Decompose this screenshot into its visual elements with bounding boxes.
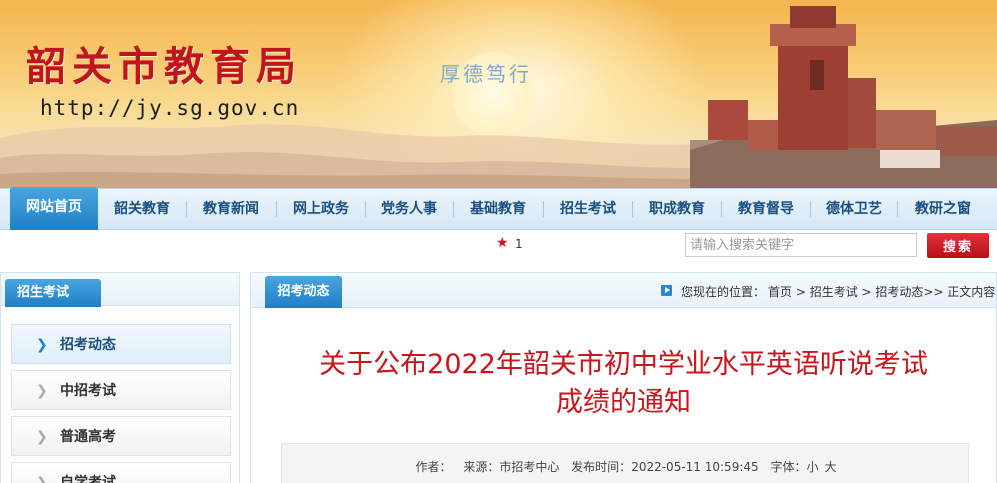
nav-separator — [543, 201, 544, 217]
nav-separator — [897, 201, 898, 217]
nav-separator — [276, 201, 277, 217]
article-title: 关于公布2022年韶关市初中学业水平英语听说考试 成绩的通知 — [271, 346, 976, 422]
source-value: 市招考中心 — [499, 460, 560, 474]
sidebar-item-admission-news[interactable]: ❯ 招考动态 — [11, 324, 231, 364]
content-tab: 招考动态 — [265, 276, 342, 308]
star-count: 1 — [515, 237, 523, 251]
author-label: 作者： — [415, 460, 452, 474]
content-header: 招考动态 您现在的位置： 首页 > 招生考试 > 招考动态>> 正文内容 — [251, 273, 996, 308]
font-size-field: 字体：小大 — [770, 460, 836, 474]
sidebar-item-self-study-exam[interactable]: ❯ 自学考试 — [11, 462, 231, 483]
nav-item-admission-exams[interactable]: 招生考试 — [549, 189, 627, 229]
sidebar-item-label: 招考动态 — [60, 337, 116, 353]
nav-item-moral-sports-health-arts[interactable]: 德体卫艺 — [816, 189, 892, 229]
sidebar-item-high-school-admission[interactable]: ❯ 中招考试 — [11, 370, 231, 410]
site-banner: 韶关市教育局 http://jy.sg.gov.cn 厚德笃行 — [0, 0, 997, 188]
nav-separator — [453, 201, 454, 217]
sidebar: 招生考试 ❯ 招考动态 ❯ 中招考试 ❯ 普通高考 ❯ 自学考试 — [0, 272, 240, 483]
nav-item-basic-education[interactable]: 基础教育 — [459, 189, 537, 229]
article-title-line: 成绩的通知 — [556, 387, 691, 418]
site-url: http://jy.sg.gov.cn — [40, 96, 300, 120]
source-field: 来源：市招考中心 — [463, 460, 559, 474]
font-size-label: 字体： — [770, 460, 807, 474]
sidebar-title: 招生考试 — [5, 279, 101, 307]
main-content: 招考动态 您现在的位置： 首页 > 招生考试 > 招考动态>> 正文内容 关于公布… — [250, 272, 997, 483]
chevron-right-icon: ❯ — [36, 383, 48, 399]
chevron-right-icon: ❯ — [36, 337, 48, 353]
sidebar-item-label: 中招考试 — [60, 383, 116, 399]
nav-separator — [186, 201, 187, 217]
nav-separator — [632, 201, 633, 217]
sidebar-item-label: 自学考试 — [60, 475, 116, 483]
danxia-tower-illustration — [690, 6, 997, 188]
sidebar-item-label: 普通高考 — [60, 429, 116, 445]
site-motto: 厚德笃行 — [440, 62, 532, 86]
nav-item-education-supervision[interactable]: 教育督导 — [727, 189, 805, 229]
article-title-line: 关于公布2022年韶关市初中学业水平英语听说考试 — [319, 349, 928, 380]
nav-item-vocational-education[interactable]: 职成教育 — [638, 189, 716, 229]
font-small-link[interactable]: 小 — [806, 460, 818, 474]
search-input[interactable] — [685, 233, 917, 257]
star-icon: ★ — [496, 235, 509, 251]
breadcrumb: 您现在的位置： 首页 > 招生考试 > 招考动态>> 正文内容 — [681, 283, 997, 300]
nav-item-shaoguan-education[interactable]: 韶关教育 — [104, 189, 180, 229]
nav-separator — [810, 201, 811, 217]
sidebar-header: 招生考试 — [1, 273, 239, 307]
breadcrumb-path[interactable]: 首页 > 招生考试 > 招考动态>> 正文内容 — [768, 285, 995, 299]
nav-separator — [721, 201, 722, 217]
date-label: 发布时间： — [571, 460, 632, 474]
nav-separator — [365, 201, 366, 217]
chevron-right-icon: ❯ — [36, 429, 48, 445]
chevron-right-icon: ❯ — [36, 475, 48, 483]
article-meta-box: 作者： 来源：市招考中心 发布时间：2022-05-11 10:59:45 字体… — [281, 443, 969, 483]
nav-item-online-affairs[interactable]: 网上政务 — [282, 189, 360, 229]
publish-date: 2022-05-11 10:59:45 — [631, 460, 759, 474]
search-bar: ★ 1 搜索 — [0, 230, 997, 260]
date-field: 发布时间：2022-05-11 10:59:45 — [571, 460, 758, 474]
search-button[interactable]: 搜索 — [927, 233, 989, 258]
nav-item-party-personnel[interactable]: 党务人事 — [371, 189, 447, 229]
sidebar-item-college-entrance[interactable]: ❯ 普通高考 — [11, 416, 231, 456]
font-large-link[interactable]: 大 — [825, 460, 837, 474]
nav-item-teaching-research[interactable]: 教研之窗 — [903, 189, 983, 229]
source-label: 来源： — [463, 460, 500, 474]
breadcrumb-prefix: 您现在的位置： — [681, 285, 766, 299]
nav-item-home[interactable]: 网站首页 — [10, 187, 98, 231]
location-icon — [661, 285, 672, 296]
main-navigation: 网站首页 韶关教育 教育新闻 网上政务 党务人事 基础教育 招生考试 职成教育 … — [0, 187, 997, 231]
article-meta: 作者： 来源：市招考中心 发布时间：2022-05-11 10:59:45 字体… — [282, 458, 970, 475]
nav-item-education-news[interactable]: 教育新闻 — [192, 189, 270, 229]
site-title: 韶关市教育局 — [26, 43, 302, 90]
